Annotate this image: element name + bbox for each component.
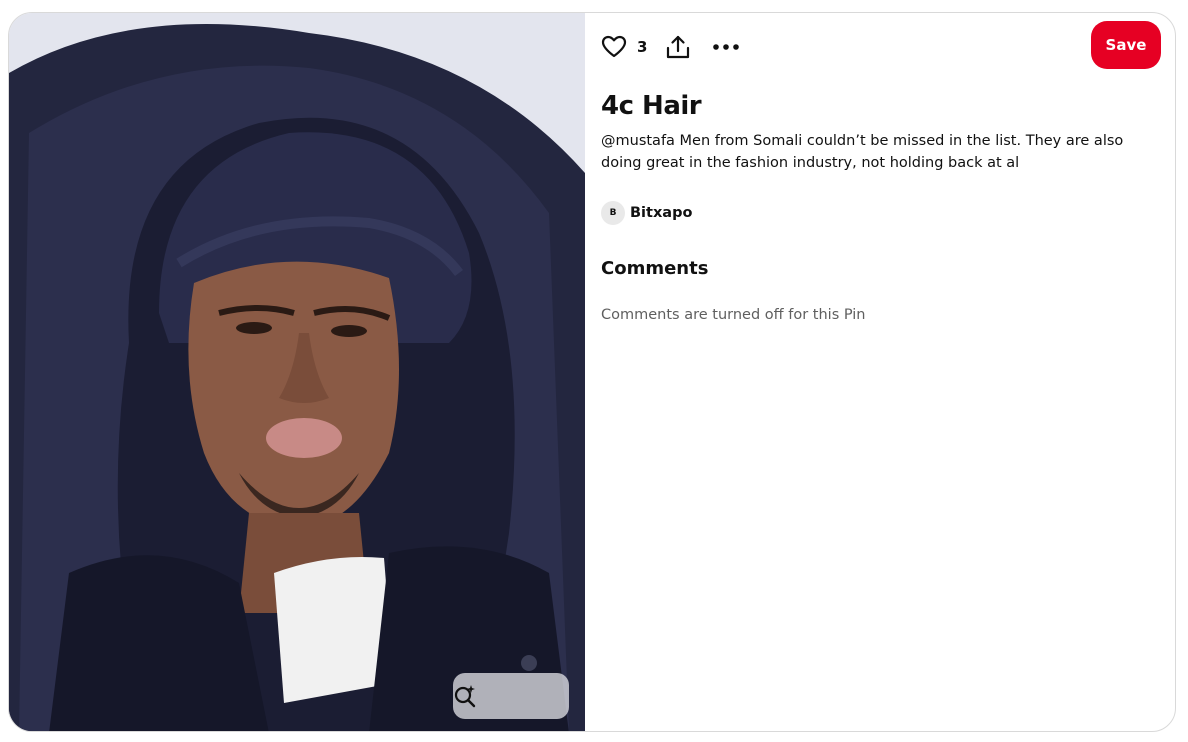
pin-card: 3 Save 4c Hair @mustafa Men from Somali … xyxy=(8,12,1176,732)
creator-profile-link[interactable]: B Bitxapo xyxy=(601,201,692,225)
creator-name: Bitxapo xyxy=(630,205,693,221)
save-button[interactable]: Save xyxy=(1091,21,1161,69)
pin-title: 4c Hair xyxy=(601,91,702,121)
pin-image[interactable] xyxy=(9,13,585,731)
pin-description: @mustafa Men from Somali couldn’t be mis… xyxy=(601,133,1124,171)
visual-search-button[interactable] xyxy=(453,673,569,719)
visual-search-icon xyxy=(454,685,476,708)
share-button[interactable] xyxy=(663,31,693,63)
comments-status: Comments are turned off for this Pin xyxy=(601,307,866,323)
heart-icon xyxy=(601,35,627,58)
share-icon xyxy=(667,35,690,59)
more-options-icon xyxy=(713,44,740,50)
like-button[interactable] xyxy=(601,31,627,63)
like-count: 3 xyxy=(637,38,648,56)
more-options-button[interactable] xyxy=(711,31,741,63)
pin-photo-illustration xyxy=(9,13,585,731)
avatar: B xyxy=(601,201,625,225)
comments-heading: Comments xyxy=(601,258,709,279)
pin-action-bar: 3 xyxy=(601,31,741,63)
pin-details-panel: 3 Save 4c Hair @mustafa Men from Somali … xyxy=(585,13,1175,731)
